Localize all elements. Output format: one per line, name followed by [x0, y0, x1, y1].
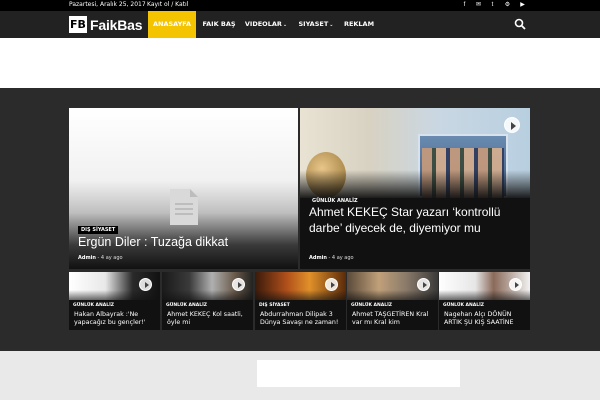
play-icon[interactable] [325, 278, 338, 291]
post-time: 4 ay ago [331, 255, 354, 261]
category-label[interactable]: GÜNLÜK ANALİZ [443, 303, 484, 308]
featured-title[interactable]: Ergün Diler : Tuzağa dikkat [78, 235, 293, 250]
category-label[interactable]: DIŞ SİYASET [259, 303, 290, 308]
twitter-icon[interactable]: t [488, 1, 497, 10]
post-title[interactable]: Hakan Albayrak :'Ne yapacağız bu gençler… [74, 311, 158, 326]
category-badge[interactable]: GÜNLÜK ANALİZ [309, 197, 361, 205]
featured-title[interactable]: Ahmet KEKEÇ Star yazarı ‘kontrollü darbe… [309, 205, 524, 236]
ad-banner-area [0, 38, 600, 88]
facebook-icon[interactable]: f [460, 1, 469, 10]
search-icon[interactable] [514, 18, 526, 30]
nav-item-label: VIDEOLAR [244, 20, 282, 28]
current-date: Pazartesi, Aralık 25, 2017 [69, 1, 146, 8]
post-author[interactable]: Admin [78, 255, 96, 261]
category-label[interactable]: GÜNLÜK ANALİZ [73, 303, 114, 308]
chevron-down-icon: ⌄ [282, 22, 288, 28]
nav-item-faik-bas[interactable]: FAIK BAŞ [199, 11, 239, 38]
small-post-1[interactable]: GÜNLÜK ANALİZ Hakan Albayrak :'Ne yapaca… [69, 272, 160, 330]
post-author[interactable]: Admin [309, 255, 327, 261]
login-register-link[interactable]: Kayıt ol / Katıl [147, 1, 188, 8]
nav-item-siyaset[interactable]: SIYASET⌄ [292, 11, 340, 38]
category-label[interactable]: GÜNLÜK ANALİZ [166, 303, 207, 308]
content-box [257, 360, 460, 387]
post-meta: Admin - 4 ay ago [78, 255, 123, 261]
small-post-4[interactable]: GÜNLÜK ANALİZ Ahmet TAŞGETİREN Kral var … [347, 272, 438, 330]
main-navigation: FB FaikBas ANASAYFA FAIK BAŞ VIDEOLAR⌄ S… [0, 11, 600, 38]
nav-item-reklam[interactable]: REKLAM [341, 11, 377, 38]
small-post-3[interactable]: DIŞ SİYASET Abdurrahman Dilipak 3 Dünya … [255, 272, 346, 330]
site-logo[interactable]: FB FaikBas [69, 16, 142, 33]
nav-item-label: SIYASET [298, 20, 329, 28]
post-meta: Admin - 4 ay ago [309, 255, 354, 261]
small-post-2[interactable]: GÜNLÜK ANALİZ Ahmet KEKEÇ Kol saatli, öy… [162, 272, 253, 330]
play-icon[interactable] [232, 278, 245, 291]
nav-item-label: ANASAYFA [152, 20, 192, 28]
nav-item-label: FAIK BAŞ [202, 20, 236, 28]
play-icon[interactable] [504, 117, 520, 133]
post-title[interactable]: Nagehan Alçı DÖNÜN ARTIK ŞU KIŞ SAATİNE [444, 311, 528, 326]
post-title[interactable]: Ahmet TAŞGETİREN Kral var mı Kral kim [352, 311, 436, 326]
nav-item-videolar[interactable]: VIDEOLAR⌄ [241, 11, 291, 38]
post-title[interactable]: Abdurrahman Dilipak 3 Dünya Savaşı ne za… [260, 311, 344, 326]
play-icon[interactable] [509, 278, 522, 291]
play-icon[interactable] [417, 278, 430, 291]
vk-icon[interactable]: ⚙ [503, 1, 512, 10]
top-bar: Pazartesi, Aralık 25, 2017 Kayıt ol / Ka… [0, 0, 600, 11]
youtube-icon[interactable]: ▶ [518, 1, 527, 10]
post-time: 4 ay ago [100, 255, 123, 261]
logo-text: FaikBas [90, 16, 143, 33]
nav-item-anasayfa[interactable]: ANASAYFA [148, 11, 196, 38]
small-post-5[interactable]: GÜNLÜK ANALİZ Nagehan Alçı DÖNÜN ARTIK Ş… [439, 272, 530, 330]
document-icon [170, 189, 198, 225]
category-label[interactable]: GÜNLÜK ANALİZ [351, 303, 392, 308]
category-badge[interactable]: DIŞ SİYASET [78, 226, 119, 234]
logo-mark: FB [69, 16, 87, 33]
post-title[interactable]: Ahmet KEKEÇ Kol saatli, öyle mi [167, 311, 251, 326]
play-icon[interactable] [139, 278, 152, 291]
mail-icon[interactable]: ✉ [474, 1, 483, 10]
nav-item-label: REKLAM [343, 20, 375, 28]
chevron-down-icon: ⌄ [329, 22, 334, 28]
